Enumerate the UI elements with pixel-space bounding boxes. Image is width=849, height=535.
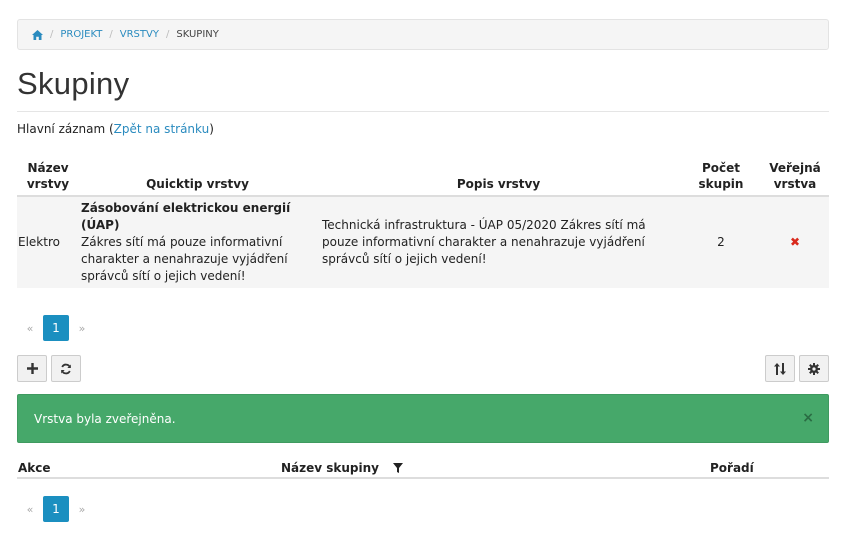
plus-icon	[26, 363, 38, 374]
layers-table: Název vrstvy Quicktip vrstvy Popis vrstv…	[17, 157, 829, 288]
refresh-button[interactable]	[51, 355, 81, 382]
sort-icon	[774, 362, 786, 375]
sort-button[interactable]	[765, 355, 795, 382]
group-name-label: Název skupiny	[281, 461, 379, 475]
success-alert: Vrstva byla zveřejněna. ×	[17, 394, 829, 443]
add-button[interactable]	[17, 355, 47, 382]
quicktip-text: Zákres sítí má pouze informativní charak…	[81, 235, 288, 283]
title-divider	[17, 111, 829, 112]
page-title: Skupiny	[17, 66, 130, 101]
quicktip-cell: Zásobování elektrickou energií (ÚAP) Zák…	[79, 196, 316, 288]
alert-message: Vrstva byla zveřejněna.	[34, 411, 176, 426]
pagination-top: « 1 »	[17, 315, 95, 341]
breadcrumb-item-vrstvy[interactable]: Vrstvy	[120, 29, 159, 40]
breadcrumb-separator: /	[109, 29, 113, 40]
breadcrumb-separator: /	[165, 29, 170, 40]
home-icon[interactable]	[32, 29, 43, 40]
master-record: Hlavní záznam (Zpět na stránku)	[17, 122, 214, 136]
table-row: Elektro Zásobování elektrickou energií (…	[17, 196, 829, 288]
refresh-icon	[61, 363, 71, 374]
cross-icon: ✖	[789, 235, 801, 249]
pagination-next[interactable]: »	[69, 503, 95, 516]
filter-icon[interactable]	[393, 463, 404, 473]
breadcrumb-current: Skupiny	[176, 29, 219, 40]
column-header-layer-name: Název vrstvy	[17, 157, 79, 197]
gear-icon	[808, 362, 820, 375]
pagination-bottom: « 1 »	[17, 496, 95, 522]
pagination-prev[interactable]: «	[17, 322, 43, 335]
column-header-group-name[interactable]: Název skupiny	[281, 461, 404, 475]
column-header-order: Pořadí	[710, 461, 754, 475]
group-count-cell: 2	[681, 196, 761, 288]
description-cell: Technická infrastruktura - ÚAP 05/2020 Z…	[316, 196, 681, 288]
breadcrumb-item-projekt[interactable]: Projekt	[60, 29, 102, 40]
pagination-page-1[interactable]: 1	[43, 315, 69, 341]
close-icon[interactable]: ×	[802, 410, 814, 426]
pagination-page-1[interactable]: 1	[43, 496, 69, 522]
column-header-actions: Akce	[18, 461, 51, 475]
back-to-page-link[interactable]: Zpět na stránku	[114, 122, 210, 136]
layer-name-cell: Elektro	[17, 196, 79, 288]
master-record-end: )	[209, 122, 214, 136]
pagination-prev[interactable]: «	[17, 503, 43, 516]
settings-button[interactable]	[799, 355, 829, 382]
column-header-public: Veřejná vrstva	[761, 157, 829, 197]
groups-table-header: Akce Název skupiny Pořadí	[17, 460, 829, 479]
column-header-group-count: Počet skupin	[681, 157, 761, 197]
master-record-label: Hlavní záznam (	[17, 122, 114, 136]
pagination-next[interactable]: »	[69, 322, 95, 335]
column-header-description: Popis vrstvy	[316, 157, 681, 197]
public-cell: ✖	[761, 196, 829, 288]
quicktip-title: Zásobování elektrickou energií (ÚAP)	[81, 201, 291, 232]
column-header-quicktip: Quicktip vrstvy	[79, 157, 316, 197]
breadcrumb-separator: /	[50, 29, 54, 40]
breadcrumb: / Projekt / Vrstvy / Skupiny	[17, 19, 829, 50]
